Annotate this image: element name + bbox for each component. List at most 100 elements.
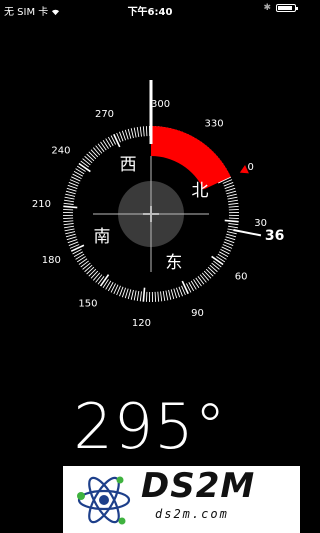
compass-tick	[65, 231, 76, 235]
degree-label: 120	[132, 318, 151, 329]
compass-tick	[121, 130, 127, 141]
compass-tick	[154, 291, 157, 302]
compass-tick	[67, 184, 78, 190]
compass-tick	[63, 205, 78, 209]
compass-tick	[127, 289, 132, 300]
compass-tick	[165, 290, 169, 301]
degree-label: 0	[248, 162, 254, 173]
compass-tick	[173, 288, 178, 299]
crosshair-icon	[93, 156, 209, 272]
compass-tick	[136, 290, 140, 301]
compass-tick	[211, 262, 220, 270]
compass-tick	[142, 126, 145, 137]
heading-readout: 295°	[73, 390, 227, 463]
compass-tick	[86, 153, 95, 162]
compass-tick	[223, 241, 234, 246]
compass-tick	[226, 190, 237, 195]
compass-tick	[64, 225, 75, 229]
compass-tick	[207, 266, 216, 275]
compass-tick	[209, 264, 218, 273]
compass-tick	[168, 289, 172, 300]
compass-tick	[181, 280, 189, 295]
compass-tick	[65, 190, 76, 195]
compass-tick	[90, 270, 99, 279]
atom-logo-icon	[77, 476, 131, 525]
compass-tick	[223, 182, 234, 187]
compass-tick	[63, 220, 74, 223]
compass-tick	[201, 272, 210, 281]
compass-tick	[136, 127, 140, 138]
compass-tick	[175, 287, 181, 298]
degree-label: 240	[51, 145, 70, 156]
compass-tick	[178, 286, 183, 297]
compass-tick	[70, 244, 85, 252]
compass-tick	[228, 208, 239, 211]
degree-label: 90	[191, 308, 204, 319]
compass-tick	[64, 196, 75, 200]
compass-tick	[68, 182, 79, 187]
compass-tick	[82, 262, 91, 270]
compass-tick	[92, 147, 101, 156]
compass-tick	[225, 236, 236, 241]
cardinal-east: 东	[165, 253, 182, 273]
compass-tick	[228, 205, 239, 208]
compass-tick	[88, 151, 97, 160]
heading-deviation-arc	[151, 126, 231, 190]
cardinal-west: 西	[120, 155, 137, 175]
compass-tick	[226, 233, 237, 238]
compass-tick	[227, 196, 238, 200]
compass-tick	[203, 270, 212, 279]
compass-tick	[88, 268, 97, 277]
compass-tick	[224, 184, 235, 190]
compass-tick	[124, 288, 129, 299]
degree-label: 210	[32, 199, 51, 210]
compass-tick	[227, 199, 238, 203]
compass-tick	[133, 127, 137, 138]
watermark-title: DS2M	[141, 466, 256, 506]
compass-tick	[64, 199, 75, 203]
compass-tick	[139, 126, 142, 137]
compass-tick	[90, 149, 99, 158]
watermark-banner: DS2M ds2m.com	[63, 466, 300, 533]
compass-tick	[124, 129, 129, 140]
compass-tick	[66, 187, 77, 192]
compass-tick	[226, 193, 237, 197]
compass-tick	[78, 162, 91, 173]
compass-tick	[133, 290, 137, 301]
compass-tick	[64, 228, 75, 232]
compass-tick	[63, 202, 74, 205]
compass-tick	[66, 236, 77, 241]
compass-dial[interactable]: 0306090120150180210240270300330 北 东 南 西 …	[0, 0, 300, 390]
compass-tick	[130, 128, 134, 139]
compass-tick	[160, 291, 163, 302]
compass-tick	[65, 193, 76, 197]
compass-tick	[121, 287, 127, 298]
compass-tick	[226, 231, 237, 235]
compass-tick	[99, 274, 110, 287]
compass-tick	[170, 289, 175, 300]
compass-tick	[142, 287, 146, 302]
compass-tick	[63, 223, 74, 226]
degree-label: 180	[42, 255, 61, 266]
compass-tick	[67, 238, 78, 244]
compass-tick	[63, 217, 74, 220]
compass-tick	[127, 128, 132, 139]
degree-label: 300	[151, 99, 170, 110]
compass-tick	[84, 155, 93, 164]
compass-tick	[162, 290, 166, 301]
compass-tick	[119, 131, 124, 142]
compass-tick	[224, 238, 235, 244]
compass-tick	[199, 274, 207, 283]
compass-tick	[82, 158, 91, 166]
compass-tick	[92, 272, 101, 281]
compass-tick	[227, 225, 238, 229]
degree-label: 150	[78, 299, 97, 310]
degree-label: 270	[95, 109, 114, 120]
compass-tick	[228, 217, 239, 220]
compass-tick	[145, 291, 148, 302]
compass-tick	[95, 145, 103, 154]
cardinal-north: 北	[191, 181, 208, 201]
compass-tick	[130, 289, 134, 300]
compass-tick	[228, 223, 239, 226]
compass-tick	[224, 219, 239, 223]
